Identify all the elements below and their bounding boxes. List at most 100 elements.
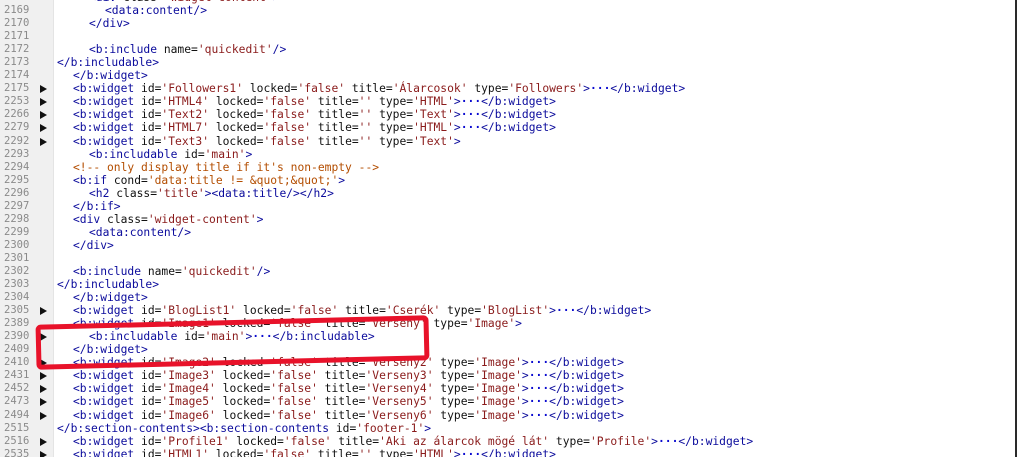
collapsed-ellipsis-icon[interactable]: ··· (461, 108, 481, 121)
code-token: <b:widget (73, 108, 142, 122)
code-line[interactable]: 2303 </b:includable> (0, 278, 1015, 291)
line-number: 2494 (4, 408, 30, 421)
fold-expand-arrow-icon[interactable] (40, 333, 47, 342)
code-token: 'main' (204, 330, 246, 344)
code-line[interactable]: 2535 <b:widget id='HTML1' locked='false' … (0, 448, 1015, 457)
code-line[interactable]: 2431 <b:widget id='Image3' locked='false'… (0, 369, 1015, 382)
code-line[interactable]: 2296 <h2 class='title'><data:title/></h2> (0, 187, 1015, 200)
code-line[interactable]: 2389 <b:widget id='Image1' locked='false'… (0, 317, 1015, 330)
code-editor[interactable]: 2168<div class='widget-content'>2169<dat… (0, 0, 1017, 457)
code-line[interactable]: 2300 </div> (0, 239, 1015, 252)
code-line[interactable]: 2266 <b:widget id='Text2' locked='false' … (0, 108, 1015, 121)
line-number: 2390 (4, 330, 30, 343)
code-line[interactable]: 2292 <b:widget id='Text3' locked='false' … (0, 135, 1015, 148)
code-text: <b:widget id='Image2' locked='false' tit… (57, 356, 624, 369)
code-token: 'false' (270, 382, 318, 396)
code-token: 'Text3' (161, 134, 210, 148)
code-token: id= (141, 82, 162, 96)
collapsed-ellipsis-icon[interactable]: ··· (461, 121, 481, 134)
code-line[interactable]: 2253 <b:widget id='HTML4' locked='false' … (0, 95, 1015, 108)
line-number: 2294 (4, 160, 30, 173)
code-line[interactable]: 2494 <b:widget id='Image6' locked='false'… (0, 409, 1015, 422)
code-token: 'quickedit' (181, 264, 257, 278)
fold-expand-arrow-icon[interactable] (40, 385, 47, 394)
collapsed-ellipsis-icon[interactable]: ··· (529, 382, 549, 395)
code-line[interactable]: 2295 <b:if cond='data:title != &quot;&quo… (0, 174, 1015, 187)
code-line[interactable]: 2305 <b:widget id='BlogList1' locked='fal… (0, 304, 1015, 317)
code-text: <b:widget id='Image1' locked='false' tit… (57, 317, 522, 330)
fold-expand-arrow-icon[interactable] (40, 307, 47, 316)
code-token: </b:if> (73, 199, 121, 213)
code-token: <b:include (73, 264, 148, 278)
code-token: <!-- only display title if it's non-empt… (73, 160, 380, 174)
fold-expand-arrow-icon[interactable] (40, 372, 47, 381)
code-token: 'Image' (474, 408, 522, 422)
code-line[interactable]: 2294 <!-- only display title if it's non-… (0, 161, 1015, 174)
code-lines[interactable]: 2168<div class='widget-content'>2169<dat… (0, 0, 1015, 457)
code-token: 'HTML1' (161, 447, 210, 457)
code-line[interactable]: 2390 <b:includable id='main'>···</b:inclu… (0, 330, 1015, 343)
fold-expand-arrow-icon[interactable] (40, 411, 47, 420)
collapsed-ellipsis-icon[interactable]: ··· (529, 356, 549, 369)
code-line[interactable]: 2515 </b:section-contents><b:section-cont… (0, 422, 1015, 435)
code-line[interactable]: 2279 <b:widget id='HTML7' locked='false' … (0, 121, 1015, 134)
code-line[interactable]: 2293 <b:includable id='main'> (0, 148, 1015, 161)
line-number: 2300 (4, 238, 30, 251)
collapsed-ellipsis-icon[interactable]: ··· (658, 435, 678, 448)
code-token: 'false' (270, 408, 318, 422)
collapsed-ellipsis-icon[interactable]: ··· (529, 369, 549, 382)
code-line[interactable]: 2410 <b:widget id='Image2' locked='false'… (0, 356, 1015, 369)
fold-expand-arrow-icon[interactable] (40, 437, 47, 446)
code-token: locked= (209, 121, 264, 135)
code-line[interactable]: 2299 <data:content/> (0, 226, 1015, 239)
code-line[interactable]: 2172 <b:include name='quickedit'/> (0, 43, 1015, 56)
line-number: 2296 (4, 186, 30, 199)
code-line[interactable]: 2170 </div> (0, 17, 1015, 30)
fold-expand-arrow-icon[interactable] (40, 124, 47, 133)
fold-expand-arrow-icon[interactable] (40, 359, 47, 368)
line-number: 2175 (4, 82, 30, 95)
fold-expand-arrow-icon[interactable] (40, 137, 47, 146)
code-line[interactable]: 2304 </b:widget> (0, 291, 1015, 304)
code-token: </b:widget> (549, 395, 624, 409)
code-line[interactable]: 2298 <div class='widget-content'> (0, 213, 1015, 226)
code-line[interactable]: 2175 <b:widget id='Followers1' locked='fa… (0, 82, 1015, 95)
line-number: 2253 (4, 95, 30, 108)
code-line[interactable]: 2516 <b:widget id='Profile1' locked='fals… (0, 435, 1015, 448)
fold-expand-arrow-icon[interactable] (40, 398, 47, 407)
code-line[interactable]: 2173 </b:includable> (0, 56, 1015, 69)
collapsed-ellipsis-icon[interactable]: ··· (529, 395, 549, 408)
code-line[interactable]: 2169 <data:content/> (0, 4, 1015, 17)
code-line[interactable]: 2171 (0, 30, 1015, 43)
code-token: > (453, 447, 461, 457)
code-line[interactable]: 2473 <b:widget id='Image5' locked='false'… (0, 395, 1015, 408)
code-line[interactable]: 2409 </b:widget> (0, 343, 1015, 356)
code-text: <b:include name='quickedit'/> (57, 265, 270, 278)
code-line[interactable]: 2301 (0, 252, 1015, 265)
code-token: </b:includable> (272, 330, 375, 344)
code-token: type= (433, 408, 475, 422)
fold-expand-arrow-icon[interactable] (40, 450, 47, 457)
code-token: </b:widget> (549, 369, 624, 383)
code-line[interactable]: 2452 <b:widget id='Image4' locked='false'… (0, 382, 1015, 395)
code-line[interactable]: 2174 </b:widget> (0, 69, 1015, 82)
fold-expand-arrow-icon[interactable] (40, 85, 47, 94)
collapsed-ellipsis-icon[interactable]: ··· (252, 330, 272, 343)
fold-expand-arrow-icon[interactable] (40, 98, 47, 107)
code-line[interactable]: 2297 </b:if> (0, 200, 1015, 213)
code-token: title= (317, 382, 366, 396)
code-token: 'Image' (467, 317, 516, 331)
collapsed-ellipsis-icon[interactable]: ··· (556, 304, 576, 317)
code-line[interactable]: 2302 <b:include name='quickedit'/> (0, 265, 1015, 278)
collapsed-ellipsis-icon[interactable]: ··· (461, 95, 481, 108)
code-token: 'title' (157, 186, 205, 200)
code-token: </div> (89, 17, 130, 31)
code-token: 'HTML' (413, 447, 454, 457)
collapsed-ellipsis-icon[interactable]: ··· (590, 82, 610, 95)
code-token: title= (311, 134, 359, 148)
collapsed-ellipsis-icon[interactable]: ··· (529, 409, 549, 422)
code-token: > (424, 421, 432, 435)
fold-expand-arrow-icon[interactable] (40, 111, 47, 120)
collapsed-ellipsis-icon[interactable]: ··· (461, 448, 481, 457)
code-token: <b:widget (73, 434, 142, 448)
